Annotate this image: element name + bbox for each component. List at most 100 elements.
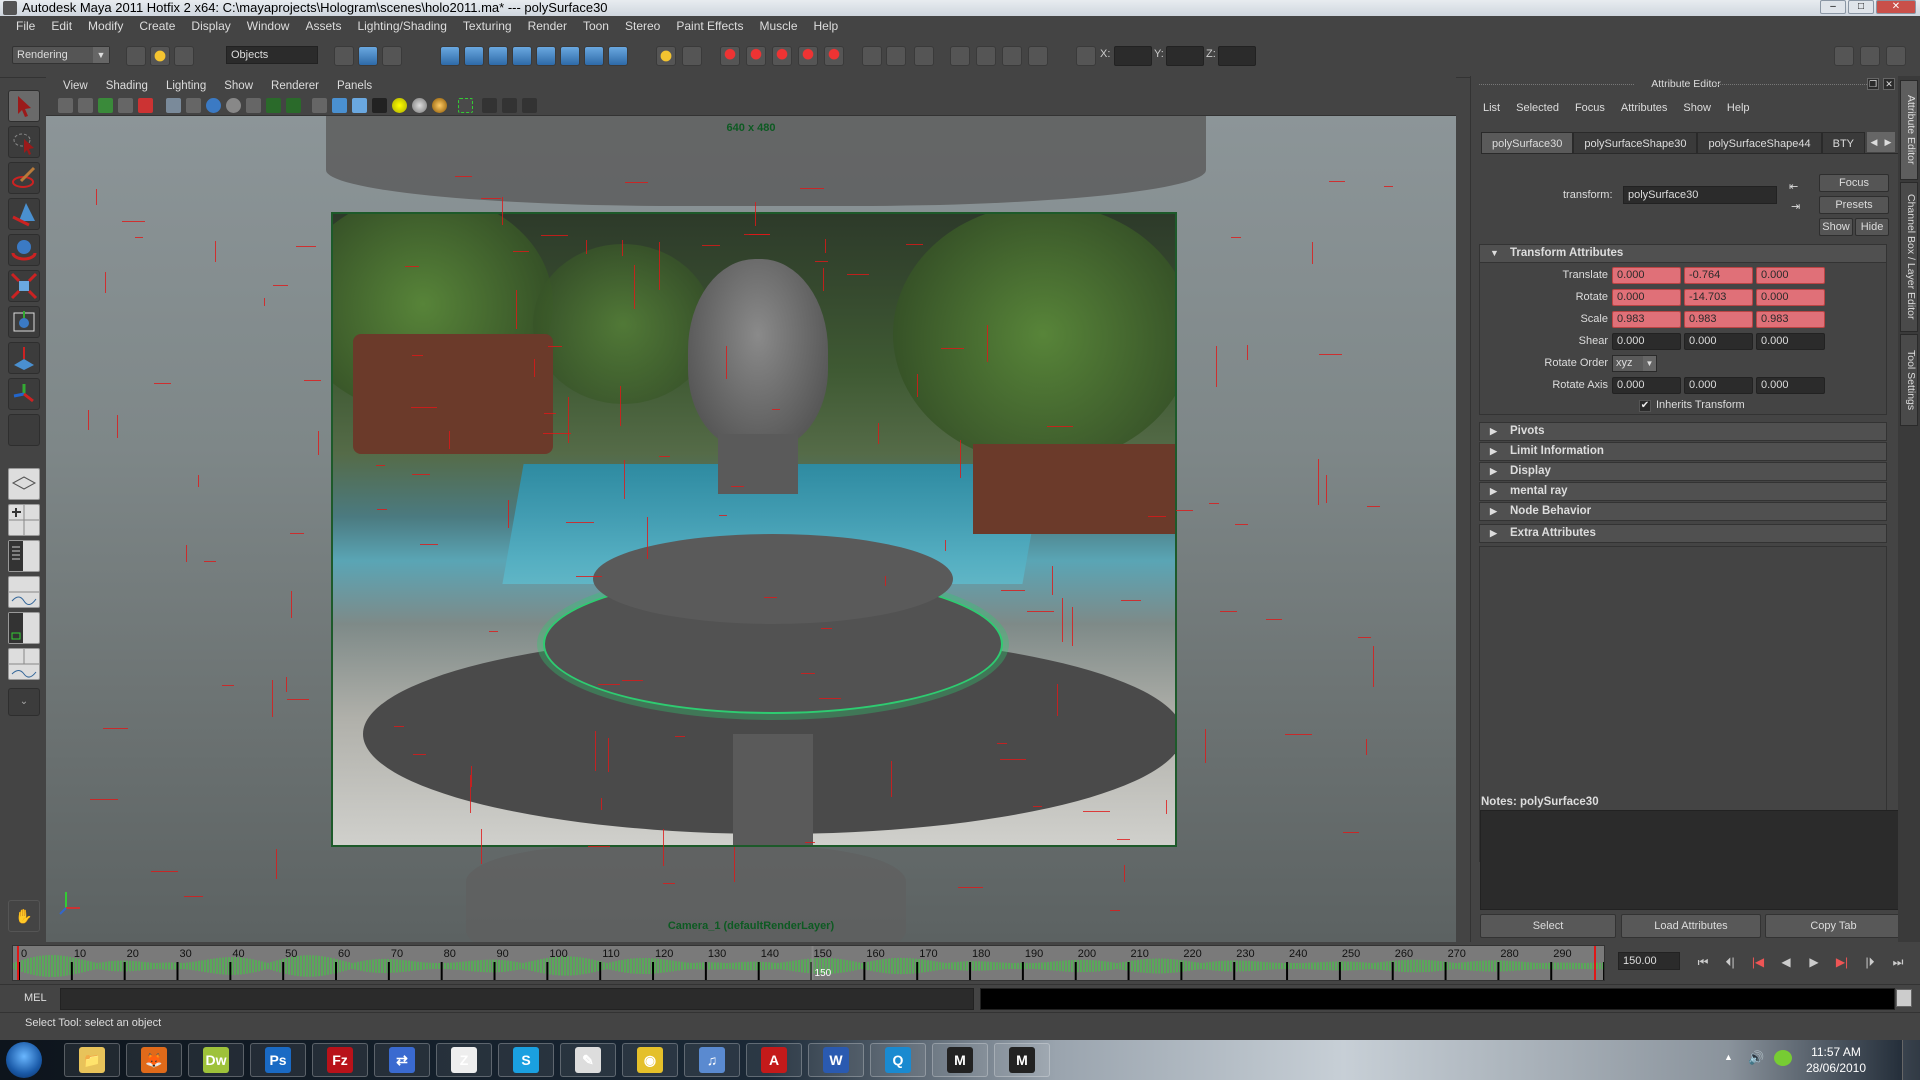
rotate-order-dropdown[interactable]: xyz ▼ — [1612, 355, 1657, 372]
new-scene-icon[interactable] — [126, 46, 146, 66]
menu-lighting-shading[interactable]: Lighting/Shading — [349, 19, 454, 33]
current-time-field[interactable]: 150.00 — [1618, 952, 1680, 970]
select-button[interactable]: Select — [1480, 914, 1616, 938]
select-surfaces-icon[interactable] — [512, 46, 532, 66]
move-tool-button[interactable] — [8, 198, 40, 230]
taskbar-quicktime[interactable]: Q — [870, 1043, 926, 1077]
render-view-icon[interactable] — [950, 46, 970, 66]
two-d-pan-zoom-icon[interactable] — [138, 98, 153, 113]
section-node-behavior[interactable]: ▶ Node Behavior — [1479, 502, 1887, 521]
rotate-axis-x-field[interactable]: 0.000 — [1612, 377, 1681, 394]
wireframe-icon[interactable] — [312, 98, 327, 113]
taskbar-skype[interactable]: S — [498, 1043, 554, 1077]
select-handles-icon[interactable] — [440, 46, 460, 66]
side-tab-tool-settings[interactable]: Tool Settings — [1900, 334, 1918, 426]
play-forwards-icon[interactable]: ▶ — [1804, 954, 1824, 970]
taskbar-photoshop[interactable]: Ps — [250, 1043, 306, 1077]
resolution-gate-icon[interactable] — [206, 98, 221, 113]
taskbar-word[interactable]: W — [808, 1043, 864, 1077]
volume-icon[interactable]: 🔊 — [1748, 1050, 1764, 1066]
menu-window[interactable]: Window — [239, 19, 298, 33]
skype-status-icon[interactable] — [1774, 1050, 1792, 1066]
focus-button[interactable]: Focus — [1819, 174, 1889, 192]
safe-title-icon[interactable] — [286, 98, 301, 113]
tab-polysurface30[interactable]: polySurface30 — [1481, 132, 1574, 154]
go-to-start-icon[interactable]: ⏮ — [1693, 954, 1713, 970]
side-tab-attribute-editor[interactable]: Attribute Editor — [1900, 80, 1918, 180]
taskbar-maya[interactable]: M — [932, 1043, 988, 1077]
menu-toon[interactable]: Toon — [575, 19, 617, 33]
open-scene-icon[interactable] — [150, 46, 170, 66]
xray-icon[interactable] — [482, 98, 497, 113]
transform-name-field[interactable]: polySurface30 — [1623, 186, 1777, 204]
menu-help[interactable]: Help — [806, 19, 847, 33]
step-forward-frame-icon[interactable]: ▶| — [1832, 954, 1852, 970]
construction-history-icon[interactable] — [914, 46, 934, 66]
taskbar-acrobat[interactable]: A — [746, 1043, 802, 1077]
notes-textarea[interactable] — [1480, 810, 1902, 910]
presets-button[interactable]: Presets — [1819, 196, 1889, 214]
step-back-key-icon[interactable]: ⏴| — [1720, 954, 1740, 970]
rotate-axis-y-field[interactable]: 0.000 — [1684, 377, 1753, 394]
layout-expand-button[interactable]: ⌄ — [8, 688, 40, 716]
grid-icon[interactable] — [166, 98, 181, 113]
image-plane-icon[interactable] — [118, 98, 133, 113]
ae-menu-list[interactable]: List — [1475, 102, 1508, 114]
panel-menu-shading[interactable]: Shading — [97, 80, 157, 92]
camera-attributes-icon[interactable] — [78, 98, 93, 113]
section-transform-attributes[interactable]: ▼ Transform Attributes — [1479, 244, 1887, 263]
layout-four-view[interactable] — [8, 504, 40, 536]
layout-hypershade-perspective[interactable] — [8, 612, 40, 644]
menu-stereo[interactable]: Stereo — [617, 19, 668, 33]
close-button[interactable]: ✕ — [1876, 0, 1916, 14]
snap-to-points-icon[interactable] — [772, 46, 792, 66]
maximize-button[interactable]: □ — [1848, 0, 1874, 14]
menu-set-dropdown[interactable]: Rendering ▼ — [12, 46, 110, 64]
show-attribute-editor-icon[interactable] — [1834, 46, 1854, 66]
layout-perspective-graph[interactable] — [8, 576, 40, 608]
tab-scroll-left-icon[interactable]: ◀ — [1867, 132, 1882, 152]
ipr-render-icon[interactable] — [1002, 46, 1022, 66]
time-slider[interactable]: 0 10 20 30 40 50 60 70 80 90 100 110 120 130 140 150 160… — [12, 945, 1605, 981]
shadows-icon[interactable] — [412, 98, 427, 113]
select-by-object-type-icon[interactable] — [358, 46, 378, 66]
textured-icon[interactable] — [372, 98, 387, 113]
inherits-transform-checkbox[interactable]: ✔ — [1639, 400, 1651, 412]
rotate-z-field[interactable]: 0.000 — [1756, 289, 1825, 306]
show-channel-box-icon[interactable] — [1886, 46, 1906, 66]
lock-selection-icon[interactable] — [656, 46, 676, 66]
y-field[interactable] — [1166, 46, 1204, 66]
translate-z-field[interactable]: 0.000 — [1756, 267, 1825, 284]
taskbar-network-connection[interactable]: ⇄ — [374, 1043, 430, 1077]
ae-menu-focus[interactable]: Focus — [1567, 102, 1613, 114]
rotate-axis-z-field[interactable]: 0.000 — [1756, 377, 1825, 394]
show-desktop-button[interactable] — [1902, 1040, 1920, 1080]
show-hidden-icons-icon[interactable]: ▲ — [1724, 1052, 1733, 1062]
share-icon[interactable] — [522, 98, 537, 113]
select-dynamics-icon[interactable] — [560, 46, 580, 66]
ae-menu-help[interactable]: Help — [1719, 102, 1758, 114]
output-connections-icon[interactable] — [886, 46, 906, 66]
go-to-input-icon[interactable]: ⇤ — [1789, 180, 1798, 193]
step-forward-key-icon[interactable]: |⏵ — [1860, 954, 1880, 970]
layout-outliner-perspective[interactable] — [8, 540, 40, 572]
menu-muscle[interactable]: Muscle — [752, 19, 806, 33]
layout-perspective-graph-hypergraph[interactable] — [8, 648, 40, 680]
tab-bty[interactable]: BTY — [1821, 132, 1866, 154]
panel-menu-lighting[interactable]: Lighting — [157, 80, 215, 92]
show-manipulator-button[interactable] — [8, 378, 40, 410]
menu-assets[interactable]: Assets — [297, 19, 349, 33]
wireframe-on-shaded-icon[interactable] — [352, 98, 367, 113]
minimize-button[interactable]: – — [1820, 0, 1846, 14]
x-field[interactable] — [1114, 46, 1152, 66]
taskbar-filezilla[interactable]: Fz — [312, 1043, 368, 1077]
snap-to-view-planes-icon[interactable] — [798, 46, 818, 66]
start-button[interactable] — [6, 1042, 42, 1078]
highlight-selection-icon[interactable] — [682, 46, 702, 66]
float-window-icon[interactable]: ❐ — [1867, 78, 1879, 90]
rotate-y-field[interactable]: -14.703 — [1684, 289, 1753, 306]
taskbar-windows-explorer[interactable]: 📁 — [64, 1043, 120, 1077]
select-by-component-icon[interactable] — [382, 46, 402, 66]
smooth-shade-all-icon[interactable] — [332, 98, 347, 113]
last-tool-button[interactable] — [8, 414, 40, 446]
